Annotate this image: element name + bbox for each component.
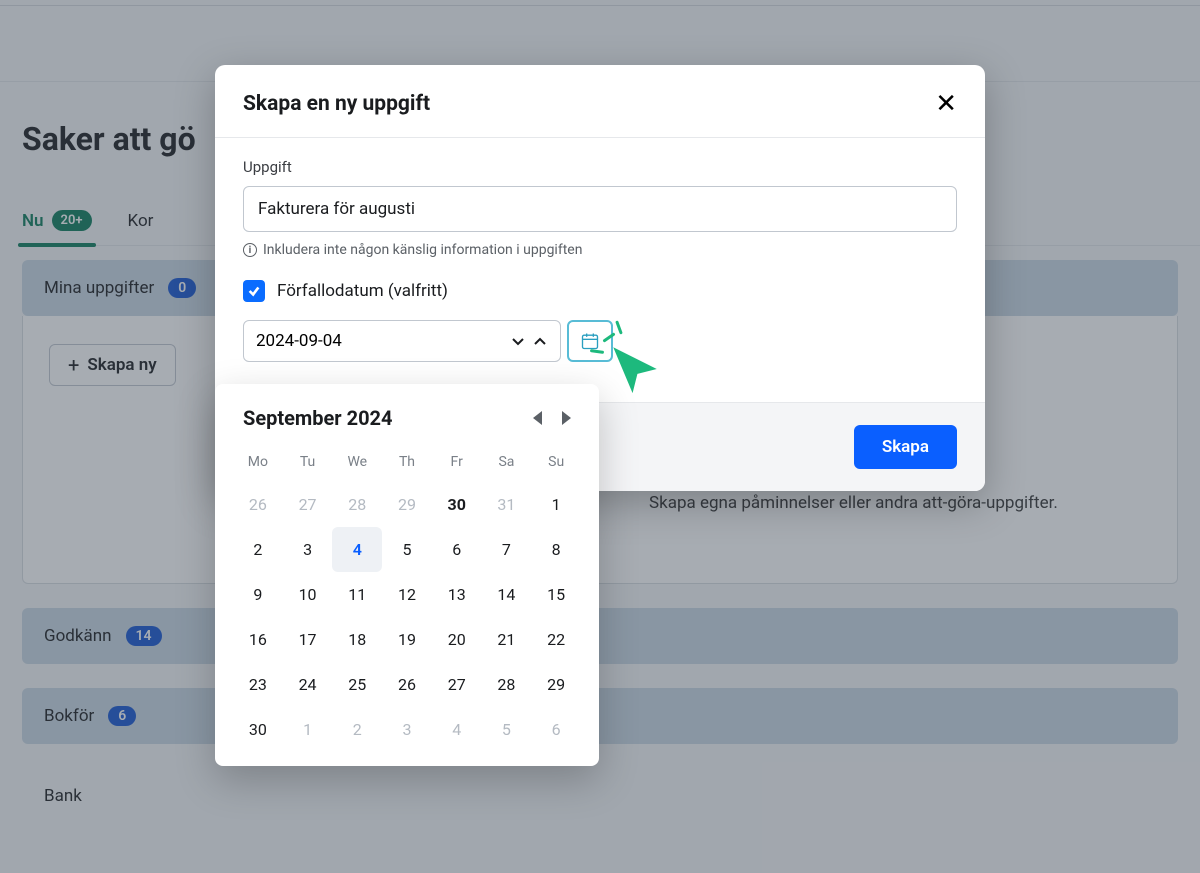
calendar-day[interactable]: 5	[382, 527, 432, 572]
calendar-day[interactable]: 12	[382, 572, 432, 617]
calendar-day[interactable]: 30	[432, 482, 482, 527]
calendar-day[interactable]: 14	[482, 572, 532, 617]
calendar-dow: We	[332, 446, 382, 482]
calendar-dow: Mo	[233, 446, 283, 482]
calendar-day[interactable]: 8	[531, 527, 581, 572]
date-input[interactable]: 2024-09-04	[243, 320, 561, 362]
calendar-day[interactable]: 28	[332, 482, 382, 527]
calendar-day[interactable]: 19	[382, 617, 432, 662]
calendar-day[interactable]: 1	[283, 707, 333, 752]
calendar-day[interactable]: 11	[332, 572, 382, 617]
calendar-icon	[580, 331, 600, 351]
calendar-dow: Su	[531, 446, 581, 482]
calendar-dow: Th	[382, 446, 432, 482]
modal-body: Uppgift i Inkludera inte någon känslig i…	[215, 138, 985, 362]
calendar-day[interactable]: 9	[233, 572, 283, 617]
calendar-day[interactable]: 24	[283, 662, 333, 707]
calendar-day[interactable]: 31	[482, 482, 532, 527]
calendar-day[interactable]: 6	[531, 707, 581, 752]
calendar-day[interactable]: 17	[283, 617, 333, 662]
calendar-dow: Fr	[432, 446, 482, 482]
task-hint: i Inkludera inte någon känslig informati…	[243, 242, 957, 258]
task-field-label: Uppgift	[243, 158, 957, 176]
calendar-day[interactable]: 23	[233, 662, 283, 707]
calendar-day[interactable]: 20	[432, 617, 482, 662]
calendar-dow: Tu	[283, 446, 333, 482]
calendar-nav	[533, 411, 571, 425]
calendar-day[interactable]: 3	[283, 527, 333, 572]
task-hint-text: Inkludera inte någon känslig information…	[263, 242, 582, 258]
close-icon[interactable]: ✕	[935, 91, 957, 117]
calendar-day[interactable]: 27	[432, 662, 482, 707]
calendar-header: September 2024	[233, 406, 581, 430]
calendar-day[interactable]: 30	[233, 707, 283, 752]
due-date-checkbox[interactable]	[243, 280, 265, 302]
calendar-button[interactable]	[567, 320, 613, 362]
calendar-day[interactable]: 21	[482, 617, 532, 662]
chevron-down-icon[interactable]	[510, 333, 526, 349]
calendar-day[interactable]: 25	[332, 662, 382, 707]
due-date-row: Förfallodatum (valfritt)	[243, 280, 957, 302]
modal-header: Skapa en ny uppgift ✕	[215, 65, 985, 138]
submit-button[interactable]: Skapa	[854, 425, 957, 469]
calendar-day[interactable]: 15	[531, 572, 581, 617]
chevron-up-icon[interactable]	[532, 333, 548, 349]
calendar-day[interactable]: 3	[382, 707, 432, 752]
calendar-day[interactable]: 4	[432, 707, 482, 752]
check-icon	[247, 284, 261, 298]
calendar-day[interactable]: 22	[531, 617, 581, 662]
calendar-day[interactable]: 26	[233, 482, 283, 527]
modal-title: Skapa en ny uppgift	[243, 92, 430, 116]
task-input[interactable]	[243, 186, 957, 232]
calendar-day[interactable]: 10	[283, 572, 333, 617]
calendar-day[interactable]: 27	[283, 482, 333, 527]
calendar-day[interactable]: 29	[382, 482, 432, 527]
calendar-popover: September 2024 MoTuWeThFrSaSu26272829303…	[215, 384, 599, 766]
due-date-label: Förfallodatum (valfritt)	[277, 281, 448, 301]
calendar-day[interactable]: 26	[382, 662, 432, 707]
calendar-day[interactable]: 7	[482, 527, 532, 572]
calendar-day[interactable]: 29	[531, 662, 581, 707]
date-input-row: 2024-09-04	[243, 320, 957, 362]
date-value: 2024-09-04	[256, 331, 504, 351]
calendar-day[interactable]: 6	[432, 527, 482, 572]
calendar-day[interactable]: 28	[482, 662, 532, 707]
info-icon: i	[243, 243, 257, 257]
calendar-dow: Sa	[482, 446, 532, 482]
next-month-icon[interactable]	[562, 411, 571, 425]
calendar-day[interactable]: 2	[233, 527, 283, 572]
calendar-day[interactable]: 16	[233, 617, 283, 662]
calendar-month-label: September 2024	[243, 406, 533, 430]
calendar-grid: MoTuWeThFrSaSu26272829303112345678910111…	[233, 446, 581, 752]
calendar-day[interactable]: 2	[332, 707, 382, 752]
calendar-day[interactable]: 13	[432, 572, 482, 617]
calendar-day[interactable]: 1	[531, 482, 581, 527]
prev-month-icon[interactable]	[533, 411, 542, 425]
calendar-day[interactable]: 4	[332, 527, 382, 572]
calendar-day[interactable]: 5	[482, 707, 532, 752]
calendar-day[interactable]: 18	[332, 617, 382, 662]
